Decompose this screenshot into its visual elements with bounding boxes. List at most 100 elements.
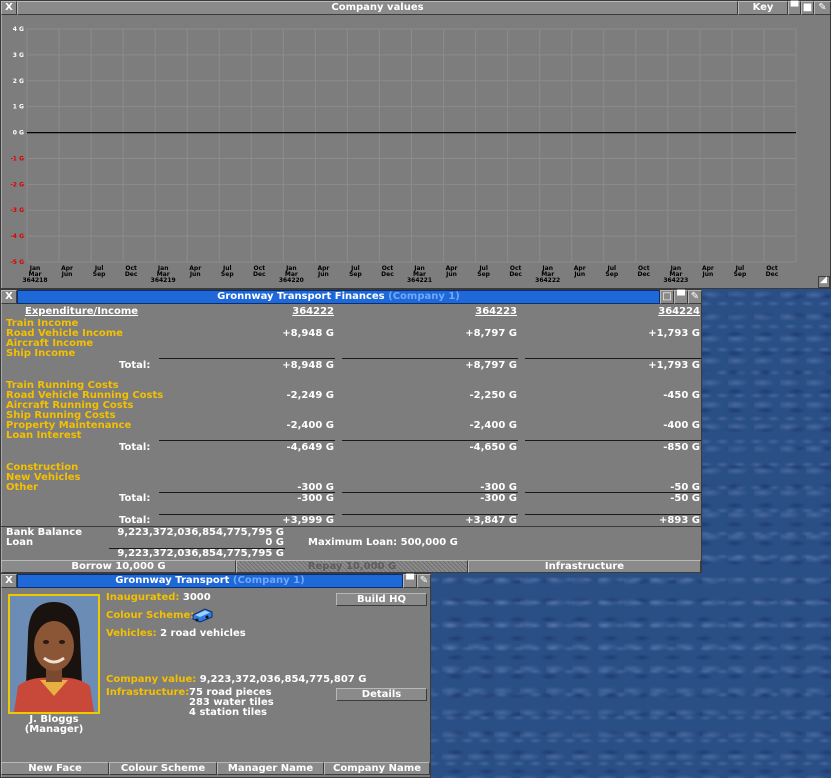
- pin-icon: ✎: [419, 575, 429, 586]
- close-button[interactable]: X: [1, 1, 17, 15]
- divider: [525, 358, 701, 359]
- colour-scheme-button[interactable]: Colour Scheme: [109, 762, 217, 775]
- loan-interest-label: Loan Interest: [6, 430, 82, 441]
- x-tick-label: Jun: [317, 271, 329, 278]
- shade-button[interactable]: ▀: [403, 574, 417, 588]
- manager-face-frame: [8, 594, 100, 714]
- infrastructure-button[interactable]: Infrastructure: [468, 560, 701, 573]
- capital-total-value: -300 G: [480, 493, 517, 504]
- road-income-value: +8,797 G: [465, 328, 517, 339]
- y-tick-label: -5 G: [10, 259, 24, 266]
- y-tick-label: -2 G: [10, 181, 24, 188]
- company-value-value: 9,223,372,036,854,775,807 G: [199, 674, 367, 685]
- other-label: Other: [6, 482, 39, 493]
- max-loan-label: Maximum Loan: 500,000 G: [308, 538, 458, 548]
- x-tick-label: Dec: [638, 271, 651, 278]
- pin-icon: ✎: [818, 2, 827, 13]
- borrow-button[interactable]: Borrow 10,000 G: [1, 560, 236, 573]
- company-value-row: Company value: 9,223,372,036,854,775,807…: [106, 675, 366, 685]
- inaugurated-value: 3000: [182, 592, 211, 603]
- x-tick-year: 364221: [407, 277, 432, 284]
- x-tick-label: Dec: [125, 271, 138, 278]
- x-tick-year: 364220: [279, 277, 304, 284]
- colour-scheme-bus-icon: [192, 608, 213, 623]
- company-value-label: Company value:: [106, 674, 197, 685]
- capital-total-value: -50 G: [670, 493, 700, 504]
- y-tick-label: 4 G: [13, 26, 24, 33]
- x-tick-year: 364222: [535, 277, 560, 284]
- small-mode-button[interactable]: □: [660, 290, 674, 304]
- company-number-title: (Company 1): [232, 575, 305, 586]
- vehicles-row: Vehicles: 2 road vehicles: [106, 629, 246, 639]
- defsize-button[interactable]: ■: [801, 1, 814, 15]
- manager-name-button[interactable]: Manager Name: [217, 762, 324, 775]
- divider: [342, 358, 518, 359]
- new-face-button[interactable]: New Face: [1, 762, 109, 775]
- window-title[interactable]: Gronnway Transport Finances (Company 1): [17, 290, 660, 304]
- company-name-button[interactable]: Company Name: [324, 762, 430, 775]
- company-window: X Gronnway Transport (Company 1) ▀ ✎ J. …: [0, 573, 431, 778]
- x-tick-label: Sep: [93, 271, 106, 278]
- divider: [342, 440, 518, 441]
- grand-total-label: Total:: [119, 515, 151, 526]
- window-title[interactable]: Gronnway Transport (Company 1): [17, 574, 403, 588]
- loan-label: Loan: [6, 537, 34, 548]
- divider: [159, 358, 335, 359]
- details-button[interactable]: Details: [336, 688, 427, 701]
- x-tick-label: Jun: [189, 271, 201, 278]
- y-tick-label: 0 G: [13, 130, 24, 137]
- road-running-value: -450 G: [663, 390, 700, 401]
- y-tick-label: -3 G: [10, 207, 24, 214]
- close-button[interactable]: X: [1, 290, 17, 304]
- max-loan-caption: Maximum Loan:: [308, 537, 398, 548]
- year-header: 364222: [292, 306, 334, 317]
- company-number-title: (Company 1): [388, 291, 460, 302]
- road-running-value: -2,249 G: [286, 390, 334, 401]
- road-running-value: -2,250 G: [469, 390, 517, 401]
- x-tick-label: Dec: [381, 271, 394, 278]
- x-tick-year: 364223: [663, 277, 688, 284]
- repay-button[interactable]: Repay 10,000 G: [236, 560, 468, 573]
- loan-value: 0 G: [265, 537, 284, 548]
- inaugurated-row: Inaugurated: 3000: [106, 593, 211, 603]
- x-tick-label: Dec: [766, 271, 779, 278]
- x-tick-label: Jun: [61, 271, 73, 278]
- x-tick-label: Sep: [605, 271, 618, 278]
- road-income-value: +8,948 G: [282, 328, 334, 339]
- x-tick-year: 364219: [151, 277, 176, 284]
- close-button[interactable]: X: [1, 574, 17, 588]
- company-name-title: Gronnway Transport: [115, 575, 230, 586]
- x-tick-label: Sep: [221, 271, 234, 278]
- infra-station: 4 station tiles: [189, 707, 267, 718]
- window-title[interactable]: Company values: [17, 1, 738, 15]
- manager-face-icon: [10, 596, 98, 712]
- costs-total-value: -4,649 G: [286, 442, 334, 453]
- year-header: 364224: [658, 306, 700, 317]
- grand-total-value: +3,999 G: [282, 515, 334, 526]
- x-tick-year: 364218: [22, 277, 47, 284]
- costs-total-label: Total:: [119, 442, 151, 453]
- sticky-button[interactable]: ✎: [417, 574, 431, 588]
- x-tick-label: Jun: [445, 271, 457, 278]
- property-value: -2,400 G: [469, 420, 517, 431]
- grand-total-value: +3,847 G: [465, 515, 517, 526]
- capital-total-label: Total:: [119, 493, 151, 504]
- key-button[interactable]: Key: [738, 1, 788, 15]
- income-total-value: +1,793 G: [648, 360, 700, 371]
- sticky-button[interactable]: ✎: [688, 290, 702, 304]
- shade-button[interactable]: ▀: [788, 1, 801, 15]
- resize-handle[interactable]: ◢: [818, 275, 830, 288]
- shade-button[interactable]: ▀: [674, 290, 688, 304]
- y-tick-label: 2 G: [13, 78, 24, 85]
- road-income-value: +1,793 G: [648, 328, 700, 339]
- income-total-label: Total:: [119, 360, 151, 371]
- shade-icon: ▀: [406, 575, 414, 586]
- x-tick-label: Dec: [509, 271, 522, 278]
- bank-balance-value: 9,223,372,036,854,775,795 G: [117, 527, 284, 538]
- build-hq-button[interactable]: Build HQ: [336, 593, 427, 606]
- y-tick-label: 3 G: [13, 52, 24, 59]
- x-tick-label: Sep: [734, 271, 747, 278]
- company-name-title: Gronnway Transport Finances: [217, 291, 385, 302]
- sticky-button[interactable]: ✎: [814, 1, 831, 15]
- x-tick-label: Sep: [477, 271, 490, 278]
